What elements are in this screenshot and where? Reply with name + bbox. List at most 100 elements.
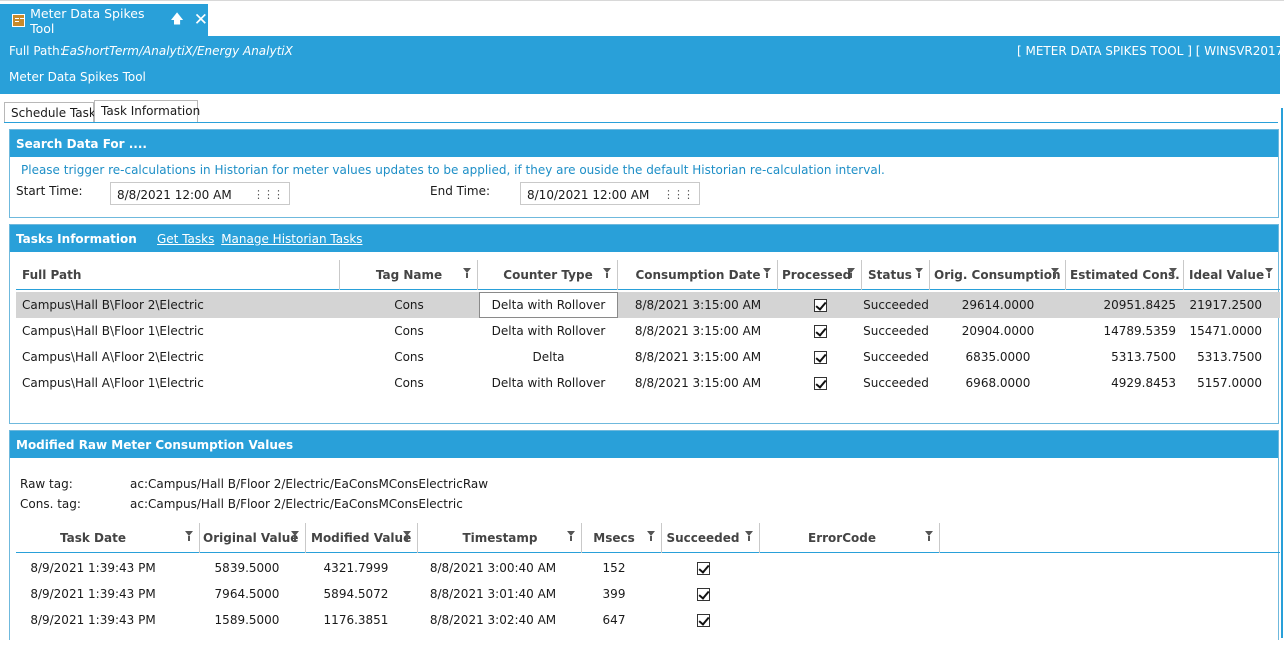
col-ideal-value[interactable]: Ideal Value [1184,260,1280,290]
col-error-code[interactable]: ErrorCode [760,523,940,553]
cell-original-value: 1589.5000 [214,613,280,627]
col-full-path[interactable]: Full Path [16,260,340,290]
cell-processed [778,292,862,318]
cons-tag-value: ac:Campus/Hall B/Floor 2/Electric/EaCons… [130,497,463,511]
cell-task-date: 8/9/2021 1:39:43 PM [30,587,156,601]
checkbox[interactable] [813,324,827,338]
table-row[interactable]: 8/9/2021 1:39:43 PM 1589.5000 1176.3851 … [16,607,1280,633]
modified-values-panel: Modified Raw Meter Consumption Values Ra… [9,430,1280,640]
cell-full-path: Campus\Hall A\Floor 2\Electric [22,350,204,364]
cell-task-date: 8/9/2021 1:39:43 PM [30,613,156,627]
cell-estimated-cons: 20951.8425 [1103,298,1176,312]
cell-modified-value: 4321.7999 [323,561,389,575]
full-path-label: Full Path: [9,44,64,58]
cell-consumption-date: 8/8/2021 3:15:00 AM [634,324,762,338]
filter-icon[interactable] [745,531,753,542]
cell-estimated-cons: 4929.8453 [1111,376,1176,390]
cell-timestamp: 8/8/2021 3:01:40 AM [429,587,557,601]
col-estimated-cons[interactable]: Estimated Cons. [1066,260,1184,290]
cell-error-code [760,607,940,633]
end-time-value: 8/10/2021 12:00 AM [527,188,650,202]
cell-tag-name: Cons [394,298,424,312]
filter-icon[interactable] [647,531,655,542]
cell-estimated-cons: 14789.5359 [1103,324,1176,338]
tasks-panel-header: Tasks Information Get Tasks Manage Histo… [10,225,1278,252]
calendar-icon[interactable]: ⋮⋮⋮ [253,188,284,201]
checkbox[interactable] [696,613,710,627]
filter-icon[interactable] [185,531,193,542]
filter-icon[interactable] [925,531,933,542]
cell-processed [778,344,862,370]
checkbox[interactable] [696,587,710,601]
cell-ideal-value: 5157.0000 [1197,376,1262,390]
tab-task-information[interactable]: Task Information [94,100,200,123]
cell-ideal-value: 15471.0000 [1189,324,1262,338]
filter-icon[interactable] [291,531,299,542]
end-time-picker[interactable]: 8/10/2021 12:00 AM ⋮⋮⋮ [520,182,700,205]
col-original-value[interactable]: Original Value [200,523,306,553]
document-tab-title: Meter Data Spikes Tool [30,5,145,36]
raw-tag-value: ac:Campus/Hall B/Floor 2/Electric/EaCons… [130,477,489,491]
filter-icon[interactable] [1265,268,1273,279]
table-row[interactable]: Campus\Hall A\Floor 2\Electric Cons Delt… [16,344,1280,370]
col-orig-consumption[interactable]: Orig. Consumption [930,260,1066,290]
filter-icon[interactable] [463,268,471,279]
cell-orig-consumption: 20904.0000 [961,324,1035,338]
cell-modified-value: 5894.5072 [323,587,389,601]
col-modified-value[interactable]: Modified Value [306,523,418,553]
pin-icon[interactable]: 🡅 [170,10,183,32]
tasks-grid-header: Full Path Tag Name Counter Type Consumpt… [16,260,1280,290]
close-icon[interactable]: ✕ [194,12,208,29]
cell-modified-value: 1176.3851 [323,613,389,627]
col-task-date[interactable]: Task Date [16,523,200,553]
col-succeeded[interactable]: Succeeded [662,523,760,553]
checkbox[interactable] [813,298,827,312]
start-time-picker[interactable]: 8/8/2021 12:00 AM ⋮⋮⋮ [110,182,290,205]
col-timestamp[interactable]: Timestamp [418,523,582,553]
filter-icon[interactable] [915,268,923,279]
table-row[interactable]: Campus\Hall B\Floor 2\Electric Cons Delt… [16,292,1280,318]
cell-consumption-date: 8/8/2021 3:15:00 AM [634,298,762,312]
cell-original-value: 5839.5000 [214,561,280,575]
document-tab[interactable]: Meter Data Spikes Tool 🡅 ✕ [0,4,208,37]
cell-msecs: 399 [602,587,626,601]
tab-schedule-tasks[interactable]: Schedule Tasks [4,102,102,123]
filter-icon[interactable] [567,531,575,542]
cell-counter-type[interactable]: Delta with Rollover [479,292,618,318]
get-tasks-link[interactable]: Get Tasks [157,232,214,246]
col-tag-name[interactable]: Tag Name [340,260,478,290]
cell-full-path: Campus\Hall B\Floor 1\Electric [22,324,204,338]
modified-grid-header: Task Date Original Value Modified Value … [16,523,1280,553]
checkbox[interactable] [696,561,710,575]
filter-icon[interactable] [603,268,611,279]
table-row[interactable]: 8/9/2021 1:39:43 PM 5839.5000 4321.7999 … [16,555,1280,581]
col-processed[interactable]: Processed [778,260,862,290]
filter-icon[interactable] [403,531,411,542]
filter-icon[interactable] [1051,268,1059,279]
search-panel-title: Search Data For .... [10,130,1278,157]
filter-icon[interactable] [1169,268,1177,279]
vertical-scrollbar[interactable] [1281,108,1283,638]
filter-icon[interactable] [763,268,771,279]
col-msecs[interactable]: Msecs [582,523,662,553]
end-time-label: End Time: [430,184,491,198]
cell-error-code [760,581,940,607]
col-consumption-date[interactable]: Consumption Date [618,260,778,290]
table-row[interactable]: 8/9/2021 1:39:43 PM 7964.5000 5894.5072 … [16,581,1280,607]
table-row[interactable]: Campus\Hall B\Floor 1\Electric Cons Delt… [16,318,1280,344]
checkbox[interactable] [813,376,827,390]
table-row[interactable]: Campus\Hall A\Floor 1\Electric Cons Delt… [16,370,1280,396]
cell-orig-consumption: 29614.0000 [961,298,1035,312]
filter-icon[interactable] [847,268,855,279]
cons-tag-label: Cons. tag: [20,497,81,511]
calendar-icon[interactable]: ⋮⋮⋮ [663,188,694,201]
modified-panel-title: Modified Raw Meter Consumption Values [10,431,1278,458]
cell-counter-type: Delta with Rollover [491,376,606,390]
search-panel: Search Data For .... Please trigger re-c… [9,129,1279,218]
checkbox[interactable] [813,350,827,364]
col-status[interactable]: Status [862,260,930,290]
col-counter-type[interactable]: Counter Type [478,260,618,290]
full-path-value: EaShortTerm/AnalytiX/Energy AnalytiX [62,44,293,58]
manage-historian-tasks-link[interactable]: Manage Historian Tasks [221,232,362,246]
cell-tag-name: Cons [394,324,424,338]
